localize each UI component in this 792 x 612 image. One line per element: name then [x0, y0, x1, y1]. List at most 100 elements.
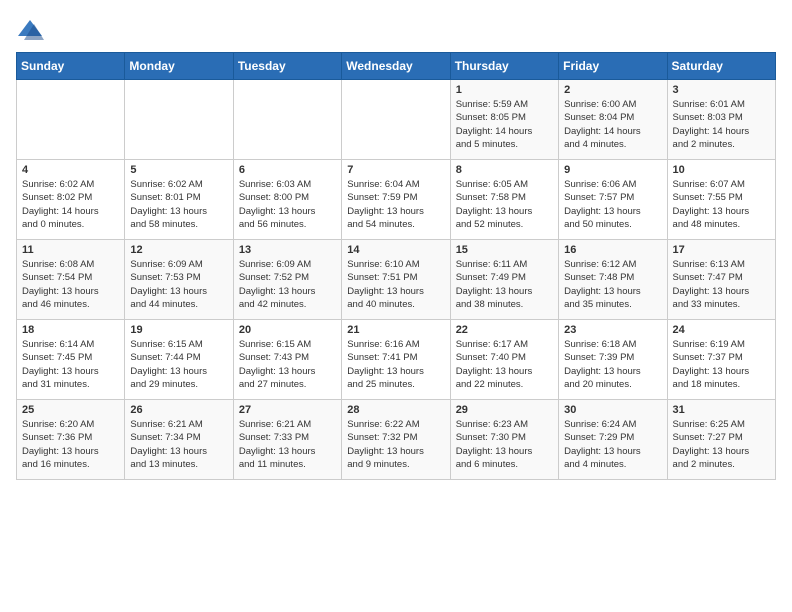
day-number: 27: [239, 404, 336, 416]
day-number: 3: [673, 84, 770, 96]
day-number: 21: [347, 324, 444, 336]
day-info: Sunrise: 6:09 AMSunset: 7:52 PMDaylight:…: [239, 258, 336, 311]
calendar-cell: 18Sunrise: 6:14 AMSunset: 7:45 PMDayligh…: [17, 320, 125, 400]
day-number: 26: [130, 404, 227, 416]
calendar-cell: 31Sunrise: 6:25 AMSunset: 7:27 PMDayligh…: [667, 400, 775, 480]
day-info: Sunrise: 6:02 AMSunset: 8:02 PMDaylight:…: [22, 178, 119, 231]
calendar-cell: 2 Sunrise: 6:00 AMSunset: 8:04 PMDaylight…: [559, 80, 667, 160]
day-info: Sunrise: 6:19 AMSunset: 7:37 PMDaylight:…: [673, 338, 770, 391]
day-number: 19: [130, 324, 227, 336]
day-info: Sunrise: 6:23 AMSunset: 7:30 PMDaylight:…: [456, 418, 553, 471]
calendar-cell: 4 Sunrise: 6:02 AMSunset: 8:02 PMDaylight…: [17, 160, 125, 240]
day-info: Sunrise: 6:10 AMSunset: 7:51 PMDaylight:…: [347, 258, 444, 311]
calendar-cell: [125, 80, 233, 160]
day-number: 30: [564, 404, 661, 416]
calendar-cell: 9 Sunrise: 6:06 AMSunset: 7:57 PMDaylight…: [559, 160, 667, 240]
weekday-header-thursday: Thursday: [450, 53, 558, 80]
calendar-cell: 13Sunrise: 6:09 AMSunset: 7:52 PMDayligh…: [233, 240, 341, 320]
day-number: 31: [673, 404, 770, 416]
day-info: Sunrise: 6:02 AMSunset: 8:01 PMDaylight:…: [130, 178, 227, 231]
day-number: 22: [456, 324, 553, 336]
weekday-header-sunday: Sunday: [17, 53, 125, 80]
calendar-cell: 30 Sunrise: 6:24 AMSunset: 7:29 PMDayligh…: [559, 400, 667, 480]
calendar-cell: 16 Sunrise: 6:12 AMSunset: 7:48 PMDayligh…: [559, 240, 667, 320]
day-number: 24: [673, 324, 770, 336]
calendar-cell: 21 Sunrise: 6:16 AMSunset: 7:41 PMDayligh…: [342, 320, 450, 400]
calendar-cell: 23 Sunrise: 6:18 AMSunset: 7:39 PMDayligh…: [559, 320, 667, 400]
page-header: [16, 16, 776, 44]
calendar-cell: 28 Sunrise: 6:22 AMSunset: 7:32 PMDayligh…: [342, 400, 450, 480]
day-number: 16: [564, 244, 661, 256]
weekday-header-row: SundayMondayTuesdayWednesdayThursdayFrid…: [17, 53, 776, 80]
calendar-cell: 6 Sunrise: 6:03 AMSunset: 8:00 PMDaylight…: [233, 160, 341, 240]
day-info: Sunrise: 6:13 AMSunset: 7:47 PMDaylight:…: [673, 258, 770, 311]
calendar-cell: 22 Sunrise: 6:17 AMSunset: 7:40 PMDayligh…: [450, 320, 558, 400]
calendar-cell: 3Sunrise: 6:01 AMSunset: 8:03 PMDaylight…: [667, 80, 775, 160]
day-number: 28: [347, 404, 444, 416]
calendar-cell: 29 Sunrise: 6:23 AMSunset: 7:30 PMDayligh…: [450, 400, 558, 480]
weekday-header-friday: Friday: [559, 53, 667, 80]
calendar-cell: 14 Sunrise: 6:10 AMSunset: 7:51 PMDayligh…: [342, 240, 450, 320]
day-info: Sunrise: 6:00 AMSunset: 8:04 PMDaylight:…: [564, 98, 661, 151]
day-info: Sunrise: 6:24 AMSunset: 7:29 PMDaylight:…: [564, 418, 661, 471]
calendar-cell: 17 Sunrise: 6:13 AMSunset: 7:47 PMDayligh…: [667, 240, 775, 320]
day-info: Sunrise: 6:22 AMSunset: 7:32 PMDaylight:…: [347, 418, 444, 471]
day-number: 29: [456, 404, 553, 416]
day-number: 11: [22, 244, 119, 256]
day-number: 17: [673, 244, 770, 256]
calendar-cell: 25 Sunrise: 6:20 AMSunset: 7:36 PMDayligh…: [17, 400, 125, 480]
day-info: Sunrise: 6:11 AMSunset: 7:49 PMDaylight:…: [456, 258, 553, 311]
calendar-cell: 26 Sunrise: 6:21 AMSunset: 7:34 PMDayligh…: [125, 400, 233, 480]
day-info: Sunrise: 6:05 AMSunset: 7:58 PMDaylight:…: [456, 178, 553, 231]
calendar-cell: 5Sunrise: 6:02 AMSunset: 8:01 PMDaylight…: [125, 160, 233, 240]
day-info: Sunrise: 6:17 AMSunset: 7:40 PMDaylight:…: [456, 338, 553, 391]
day-info: Sunrise: 6:03 AMSunset: 8:00 PMDaylight:…: [239, 178, 336, 231]
calendar-cell: 27 Sunrise: 6:21 AMSunset: 7:33 PMDayligh…: [233, 400, 341, 480]
day-number: 9: [564, 164, 661, 176]
weekday-header-monday: Monday: [125, 53, 233, 80]
day-number: 8: [456, 164, 553, 176]
calendar-cell: 15 Sunrise: 6:11 AMSunset: 7:49 PMDayligh…: [450, 240, 558, 320]
logo: [16, 16, 48, 44]
calendar-cell: 12Sunrise: 6:09 AMSunset: 7:53 PMDayligh…: [125, 240, 233, 320]
day-number: 10: [673, 164, 770, 176]
day-number: 14: [347, 244, 444, 256]
day-info: Sunrise: 6:16 AMSunset: 7:41 PMDaylight:…: [347, 338, 444, 391]
day-number: 15: [456, 244, 553, 256]
day-number: 1: [456, 84, 553, 96]
calendar-cell: 8 Sunrise: 6:05 AMSunset: 7:58 PMDaylight…: [450, 160, 558, 240]
day-number: 25: [22, 404, 119, 416]
calendar-cell: 24 Sunrise: 6:19 AMSunset: 7:37 PMDayligh…: [667, 320, 775, 400]
day-number: 18: [22, 324, 119, 336]
day-info: Sunrise: 6:04 AMSunset: 7:59 PMDaylight:…: [347, 178, 444, 231]
calendar-table: SundayMondayTuesdayWednesdayThursdayFrid…: [16, 52, 776, 480]
day-info: Sunrise: 6:20 AMSunset: 7:36 PMDaylight:…: [22, 418, 119, 471]
weekday-header-tuesday: Tuesday: [233, 53, 341, 80]
calendar-cell: [17, 80, 125, 160]
day-info: Sunrise: 6:06 AMSunset: 7:57 PMDaylight:…: [564, 178, 661, 231]
day-number: 2: [564, 84, 661, 96]
week-row-3: 11 Sunrise: 6:08 AMSunset: 7:54 PMDayligh…: [17, 240, 776, 320]
weekday-header-wednesday: Wednesday: [342, 53, 450, 80]
day-info: Sunrise: 5:59 AMSunset: 8:05 PMDaylight:…: [456, 98, 553, 151]
week-row-4: 18Sunrise: 6:14 AMSunset: 7:45 PMDayligh…: [17, 320, 776, 400]
day-number: 23: [564, 324, 661, 336]
day-number: 20: [239, 324, 336, 336]
calendar-cell: [233, 80, 341, 160]
day-info: Sunrise: 6:21 AMSunset: 7:34 PMDaylight:…: [130, 418, 227, 471]
day-info: Sunrise: 6:21 AMSunset: 7:33 PMDaylight:…: [239, 418, 336, 471]
week-row-5: 25 Sunrise: 6:20 AMSunset: 7:36 PMDayligh…: [17, 400, 776, 480]
weekday-header-saturday: Saturday: [667, 53, 775, 80]
day-number: 6: [239, 164, 336, 176]
calendar-cell: 10Sunrise: 6:07 AMSunset: 7:55 PMDayligh…: [667, 160, 775, 240]
calendar-cell: 11 Sunrise: 6:08 AMSunset: 7:54 PMDayligh…: [17, 240, 125, 320]
day-info: Sunrise: 6:15 AMSunset: 7:44 PMDaylight:…: [130, 338, 227, 391]
day-number: 12: [130, 244, 227, 256]
day-info: Sunrise: 6:18 AMSunset: 7:39 PMDaylight:…: [564, 338, 661, 391]
calendar-cell: 1 Sunrise: 5:59 AMSunset: 8:05 PMDaylight…: [450, 80, 558, 160]
calendar-cell: 20Sunrise: 6:15 AMSunset: 7:43 PMDayligh…: [233, 320, 341, 400]
week-row-2: 4 Sunrise: 6:02 AMSunset: 8:02 PMDaylight…: [17, 160, 776, 240]
day-number: 4: [22, 164, 119, 176]
day-info: Sunrise: 6:08 AMSunset: 7:54 PMDaylight:…: [22, 258, 119, 311]
day-info: Sunrise: 6:12 AMSunset: 7:48 PMDaylight:…: [564, 258, 661, 311]
